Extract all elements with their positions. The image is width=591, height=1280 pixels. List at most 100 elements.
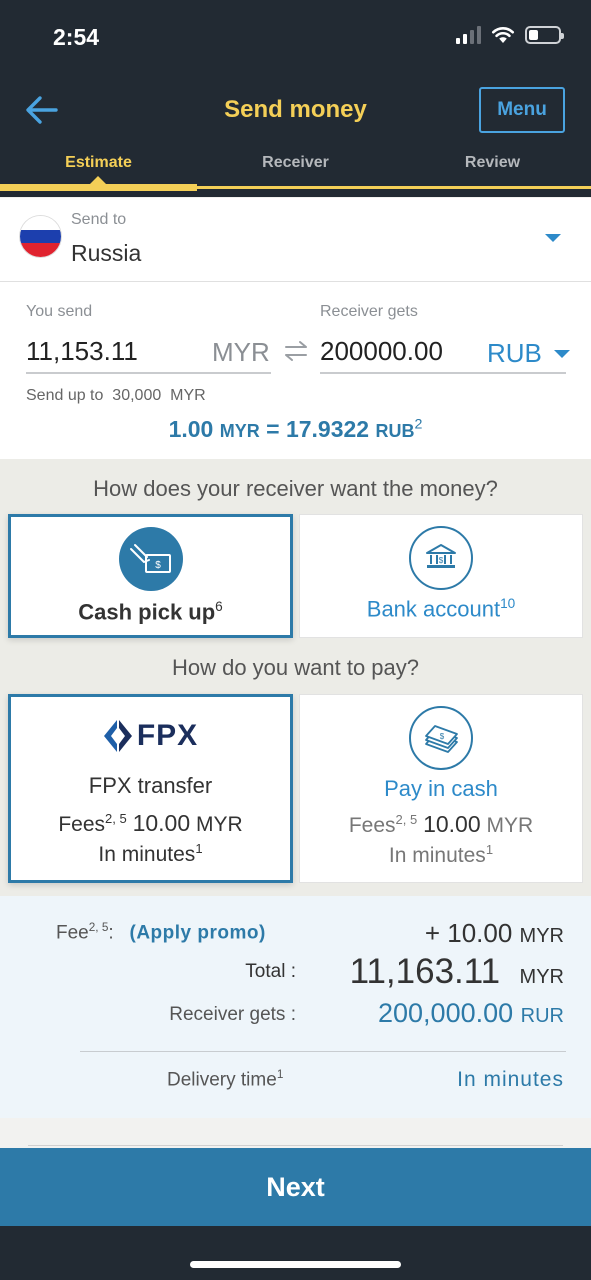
receive-currency: RUB bbox=[487, 338, 542, 368]
fee-label: Fee bbox=[56, 922, 89, 944]
country-selector[interactable]: Send to Russia bbox=[0, 198, 591, 282]
rate-from-currency: MYR bbox=[219, 421, 260, 441]
receiver-gets-amount: 200,000.00 bbox=[378, 998, 514, 1028]
rate-equals: = bbox=[266, 416, 280, 442]
wifi-icon bbox=[492, 27, 514, 43]
fee-colon: : bbox=[108, 922, 114, 944]
fpx-time: In minutes1 bbox=[11, 841, 290, 867]
app-header: Send money Menu Estimate Receiver Review bbox=[0, 76, 591, 197]
receive-amount-value: 200000.00 bbox=[320, 335, 443, 366]
bottom-strip bbox=[0, 1118, 591, 1148]
apply-promo-link[interactable]: (Apply promo) bbox=[130, 922, 266, 943]
exchange-rate: 1.00 MYR = 17.9322 RUB2 bbox=[0, 416, 591, 443]
receive-method-question: How does your receiver want the money? bbox=[93, 476, 498, 501]
cash-fees-amount: 10.00 bbox=[423, 811, 481, 837]
swap-icon[interactable] bbox=[283, 340, 309, 362]
fpx-fees-currency: MYR bbox=[195, 813, 243, 836]
pay-in-cash-label: Pay in cash bbox=[384, 776, 498, 801]
bank-account-footnote: 10 bbox=[500, 596, 516, 611]
summary-divider bbox=[80, 1051, 566, 1052]
cash-pickup-option[interactable]: $ Cash pick up6 bbox=[8, 514, 293, 638]
rate-from-amount: 1.00 bbox=[168, 416, 214, 442]
send-currency: MYR bbox=[212, 337, 270, 367]
cash-pickup-text: Cash pick up bbox=[78, 599, 216, 625]
receiver-gets-summary-label: Receiver gets : bbox=[169, 1004, 296, 1025]
fpx-fees: Fees2, 5 10.00 MYR bbox=[11, 810, 290, 837]
pay-in-cash-option[interactable]: $ Pay in cash Fees2, 5 10.00 MYR In minu… bbox=[299, 694, 583, 883]
cash-pickup-label: Cash pick up6 bbox=[11, 599, 290, 625]
delivery-time-label: Delivery time1 bbox=[167, 1068, 283, 1091]
cash-time: In minutes1 bbox=[300, 842, 582, 868]
send-limit-label: Send up to bbox=[26, 387, 104, 404]
menu-button[interactable]: Menu bbox=[479, 87, 565, 133]
receiver-gets-currency: RUR bbox=[520, 1005, 564, 1027]
tab-caret-icon bbox=[89, 176, 107, 185]
battery-icon bbox=[525, 26, 564, 44]
total-label: Total : bbox=[245, 961, 296, 982]
total-value: 11,163.11 MYR bbox=[350, 952, 564, 992]
svg-text:$: $ bbox=[439, 556, 444, 565]
fpx-fees-label: Fees bbox=[58, 813, 106, 836]
next-button[interactable]: Next bbox=[0, 1148, 591, 1226]
delivery-time-value: In minutes bbox=[457, 1068, 564, 1091]
total-currency: MYR bbox=[519, 966, 564, 988]
receiver-gets-summary-value: 200,000.00 RUR bbox=[378, 998, 564, 1029]
fee-value: + 10.00 MYR bbox=[425, 918, 564, 949]
cash-time-footnote: 1 bbox=[485, 842, 494, 857]
summary-panel: Fee2, 5: (Apply promo) + 10.00 MYR Total… bbox=[0, 896, 591, 1118]
fpx-transfer-label: FPX transfer bbox=[88, 773, 213, 798]
cash-time-label: In minutes bbox=[388, 844, 486, 867]
bank-account-text: Bank account bbox=[366, 596, 501, 622]
fpx-transfer-option[interactable]: FPX FPX transfer Fees2, 5 10.00 MYR In m… bbox=[8, 694, 293, 883]
cellular-signal-icon bbox=[456, 26, 481, 44]
cash-fees-currency: MYR bbox=[486, 814, 534, 837]
country-name: Russia bbox=[71, 240, 142, 266]
delivery-footnote: 1 bbox=[276, 1068, 284, 1081]
status-icons bbox=[456, 26, 564, 44]
bank-icon: $ bbox=[409, 526, 473, 590]
rate-to-currency: RUB bbox=[375, 421, 415, 441]
rate-to-amount: 17.9322 bbox=[285, 416, 370, 442]
home-indicator[interactable] bbox=[190, 1261, 401, 1268]
delivery-label: Delivery time bbox=[167, 1069, 277, 1091]
fee-currency: MYR bbox=[519, 925, 564, 947]
status-time: 2:54 bbox=[53, 24, 100, 50]
cash-stack-icon: $ bbox=[409, 706, 473, 770]
russia-flag-icon bbox=[20, 216, 61, 257]
cash-pickup-footnote: 6 bbox=[215, 599, 223, 614]
send-limit: Send up to 30,000 MYR bbox=[26, 387, 206, 405]
cash-pickup-icon: $ bbox=[118, 527, 183, 591]
fpx-time-label: In minutes bbox=[98, 843, 196, 866]
bank-account-option[interactable]: $ Bank account10 bbox=[299, 514, 583, 638]
cash-fees-label: Fees bbox=[348, 814, 396, 837]
fee-footnote: 2, 5 bbox=[88, 921, 109, 934]
cash-fees-footnote: 2, 5 bbox=[395, 812, 418, 827]
cash-fees: Fees2, 5 10.00 MYR bbox=[300, 811, 582, 838]
send-amount-value: 11,153.11 bbox=[26, 335, 138, 366]
chevron-down-icon[interactable] bbox=[545, 234, 561, 242]
receiver-gets-label: Receiver gets bbox=[320, 303, 418, 320]
svg-text:$: $ bbox=[440, 732, 445, 741]
send-to-label: Send to bbox=[71, 211, 127, 228]
amount-panel: You send 11,153.11 MYR Receiver gets 200… bbox=[0, 282, 591, 459]
rate-footnote: 2 bbox=[414, 416, 423, 433]
fpx-logo-icon: FPX bbox=[11, 719, 290, 753]
pay-method-question: How do you want to pay? bbox=[171, 655, 420, 680]
send-limit-currency: MYR bbox=[170, 387, 206, 404]
home-bar-area bbox=[0, 1226, 591, 1280]
fee-row-label: Fee2, 5: (Apply promo) bbox=[56, 921, 266, 944]
options-panel: How does your receiver want the money? $… bbox=[0, 459, 591, 896]
tab-active-indicator bbox=[0, 184, 197, 191]
fpx-fees-footnote: 2, 5 bbox=[105, 811, 127, 826]
receive-currency-select[interactable]: RUB bbox=[487, 338, 570, 369]
chevron-down-icon bbox=[553, 349, 570, 358]
fpx-fees-amount: 10.00 bbox=[132, 810, 191, 836]
fpx-time-footnote: 1 bbox=[195, 841, 203, 856]
fpx-logo-text: FPX bbox=[136, 719, 199, 752]
you-send-label: You send bbox=[26, 303, 93, 320]
total-amount: 11,163.11 bbox=[349, 952, 501, 991]
fee-amount: + 10.00 bbox=[424, 918, 513, 948]
send-limit-value: 30,000 bbox=[112, 387, 162, 404]
svg-text:$: $ bbox=[155, 560, 161, 571]
status-bar: 2:54 bbox=[0, 0, 591, 76]
